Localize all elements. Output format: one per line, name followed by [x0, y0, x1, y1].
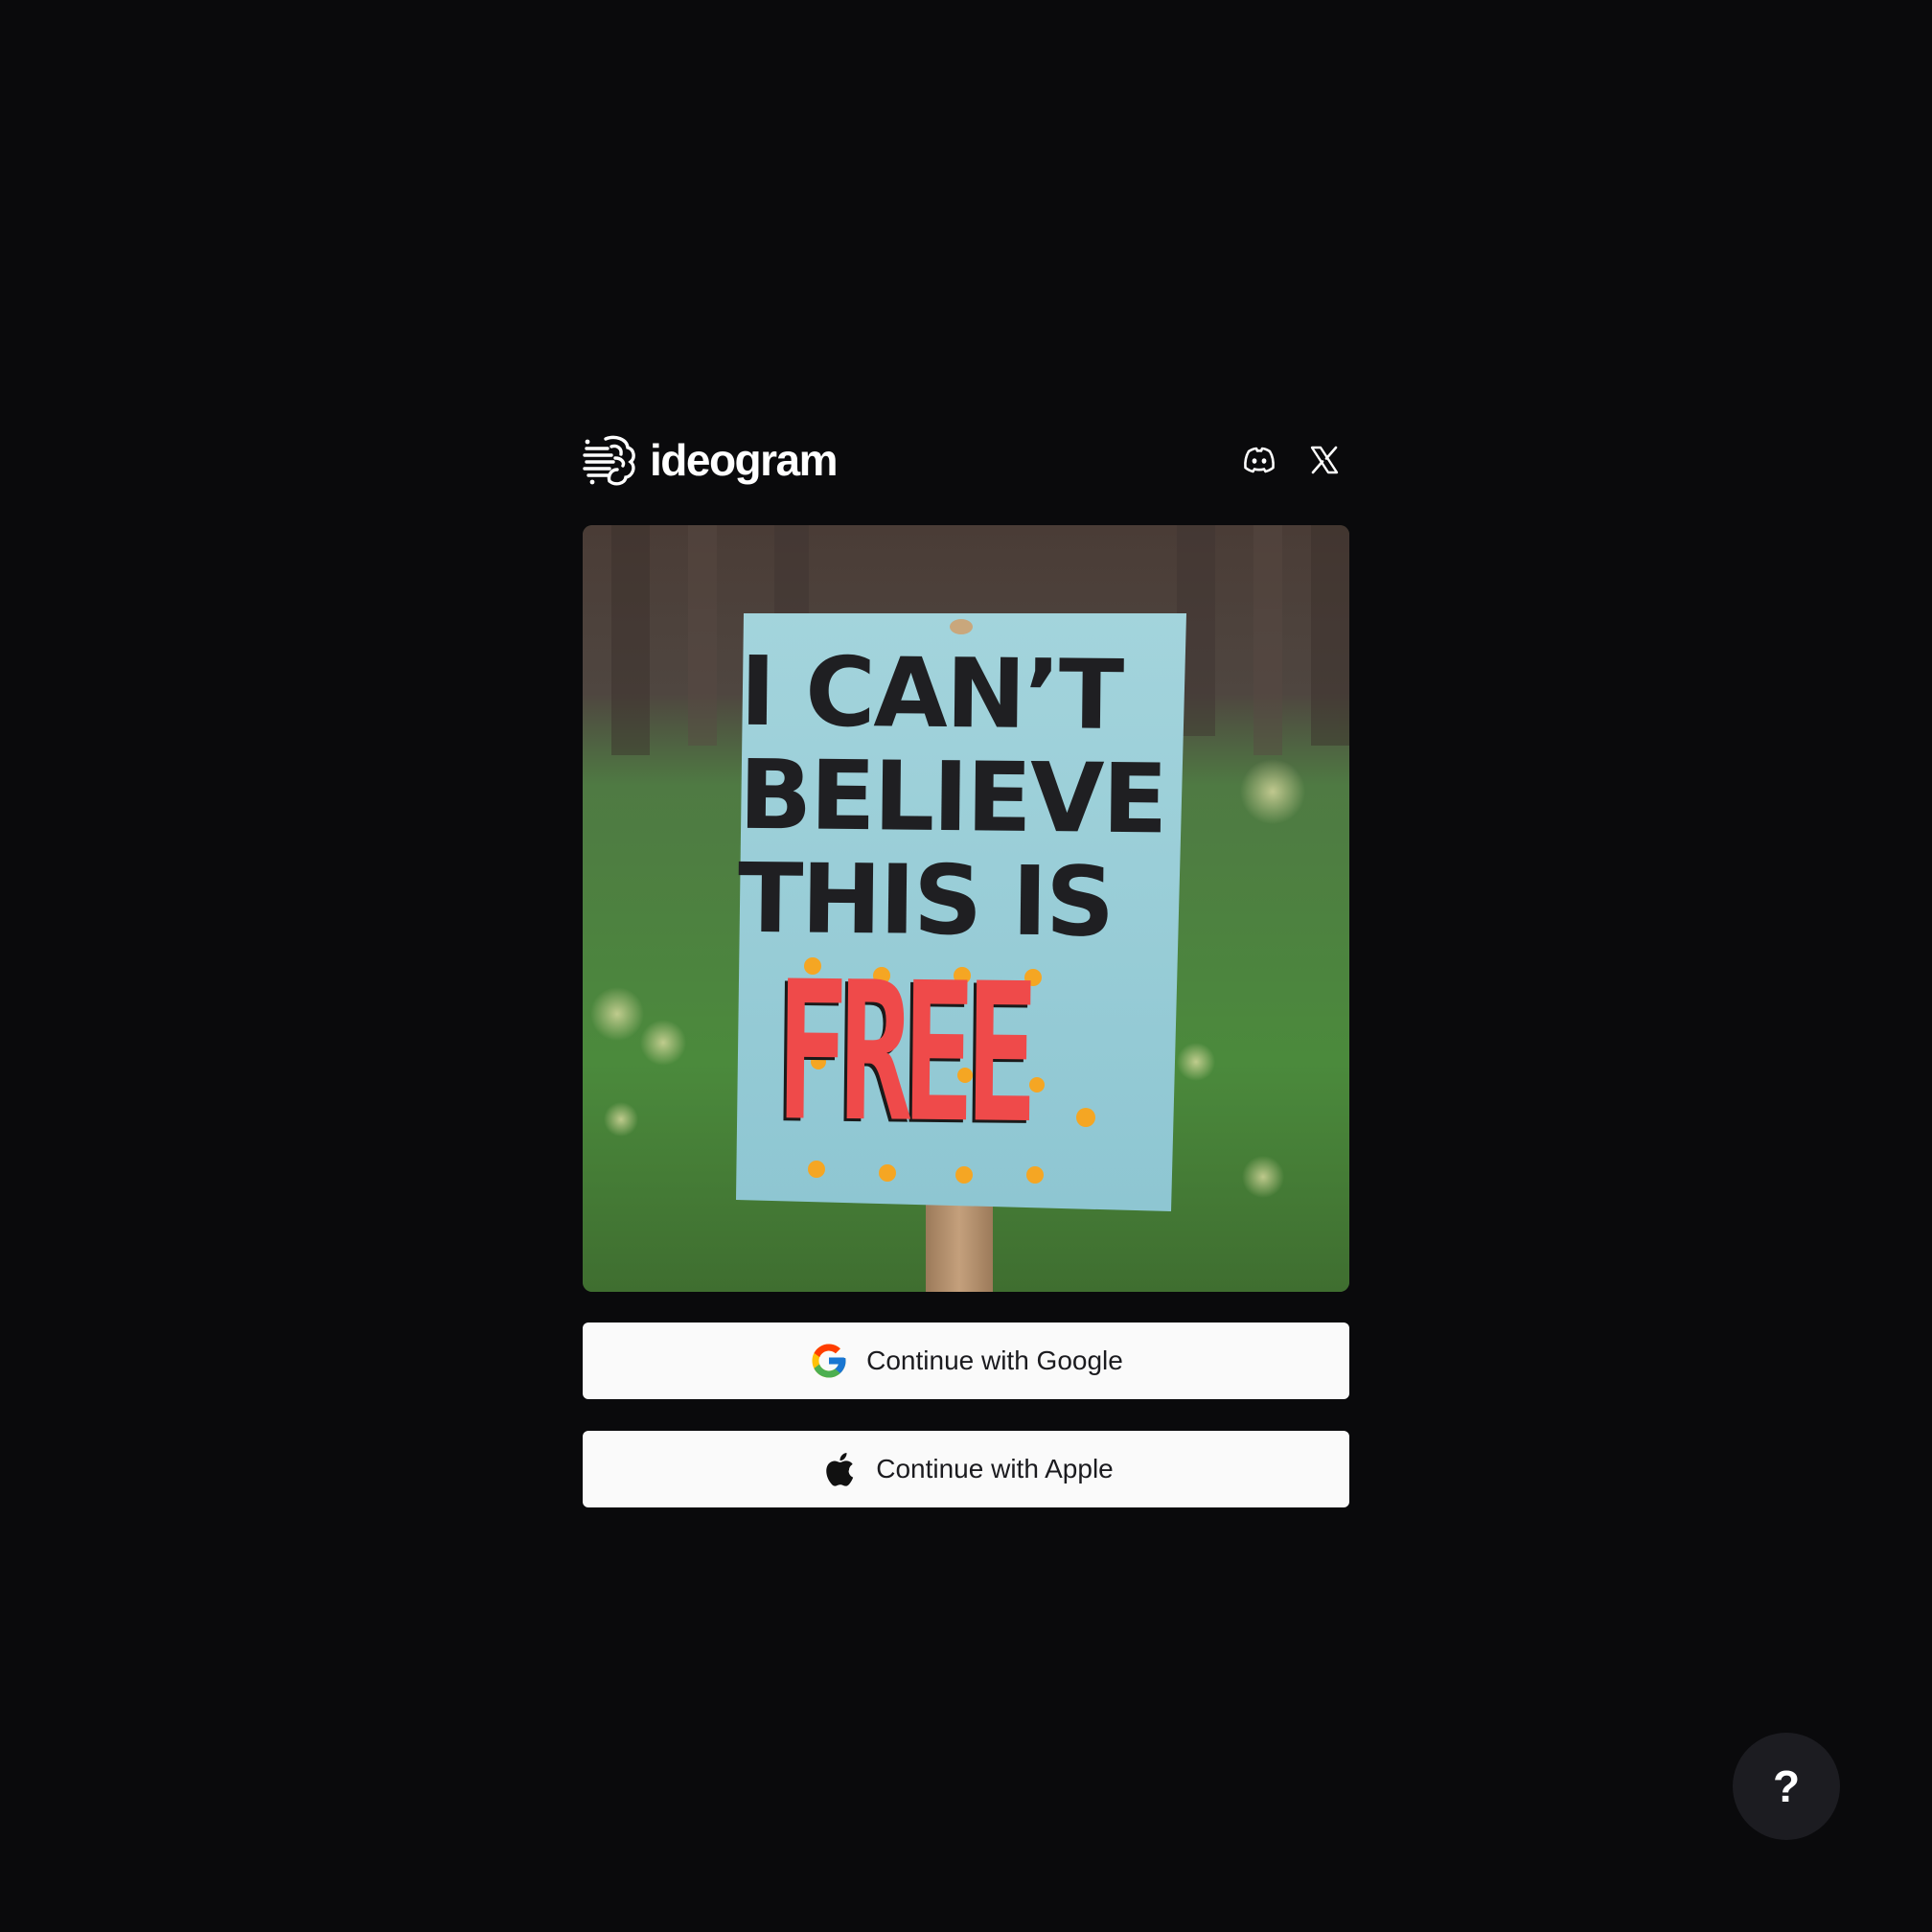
sign-text: I CAN’T BELIEVE THIS IS FREE [735, 634, 1167, 1166]
header: ideogram [583, 427, 1349, 493]
sign-highlight-word: FREE [775, 940, 1031, 1166]
ideogram-brain-icon [583, 435, 635, 486]
x-twitter-icon [1310, 446, 1339, 474]
social-links [1240, 441, 1349, 479]
hero-image: I CAN’T BELIEVE THIS IS FREE [583, 525, 1349, 1292]
brand-name: ideogram [650, 435, 839, 485]
discord-icon [1244, 447, 1275, 473]
sign-line-2: BELIEVE [738, 738, 1167, 856]
login-page: ideogram I CAN’T BELIEVE THIS IS FREE Co… [0, 0, 1932, 1932]
login-card: ideogram I CAN’T BELIEVE THIS IS FREE Co… [583, 427, 1349, 1507]
brand-logo-link[interactable]: ideogram [583, 433, 839, 487]
continue-with-google-button[interactable]: Continue with Google [583, 1322, 1349, 1399]
apple-icon [826, 1453, 854, 1486]
sign-line-3: THIS IS [737, 841, 1114, 958]
x-link[interactable] [1305, 441, 1344, 479]
continue-with-apple-button[interactable]: Continue with Apple [583, 1431, 1349, 1507]
apple-button-label: Continue with Apple [876, 1454, 1114, 1484]
help-button[interactable]: ? [1733, 1733, 1840, 1840]
google-button-label: Continue with Google [866, 1346, 1123, 1375]
google-icon [812, 1344, 846, 1378]
sign-line-1: I CAN’T [739, 634, 1123, 751]
discord-link[interactable] [1240, 441, 1278, 479]
